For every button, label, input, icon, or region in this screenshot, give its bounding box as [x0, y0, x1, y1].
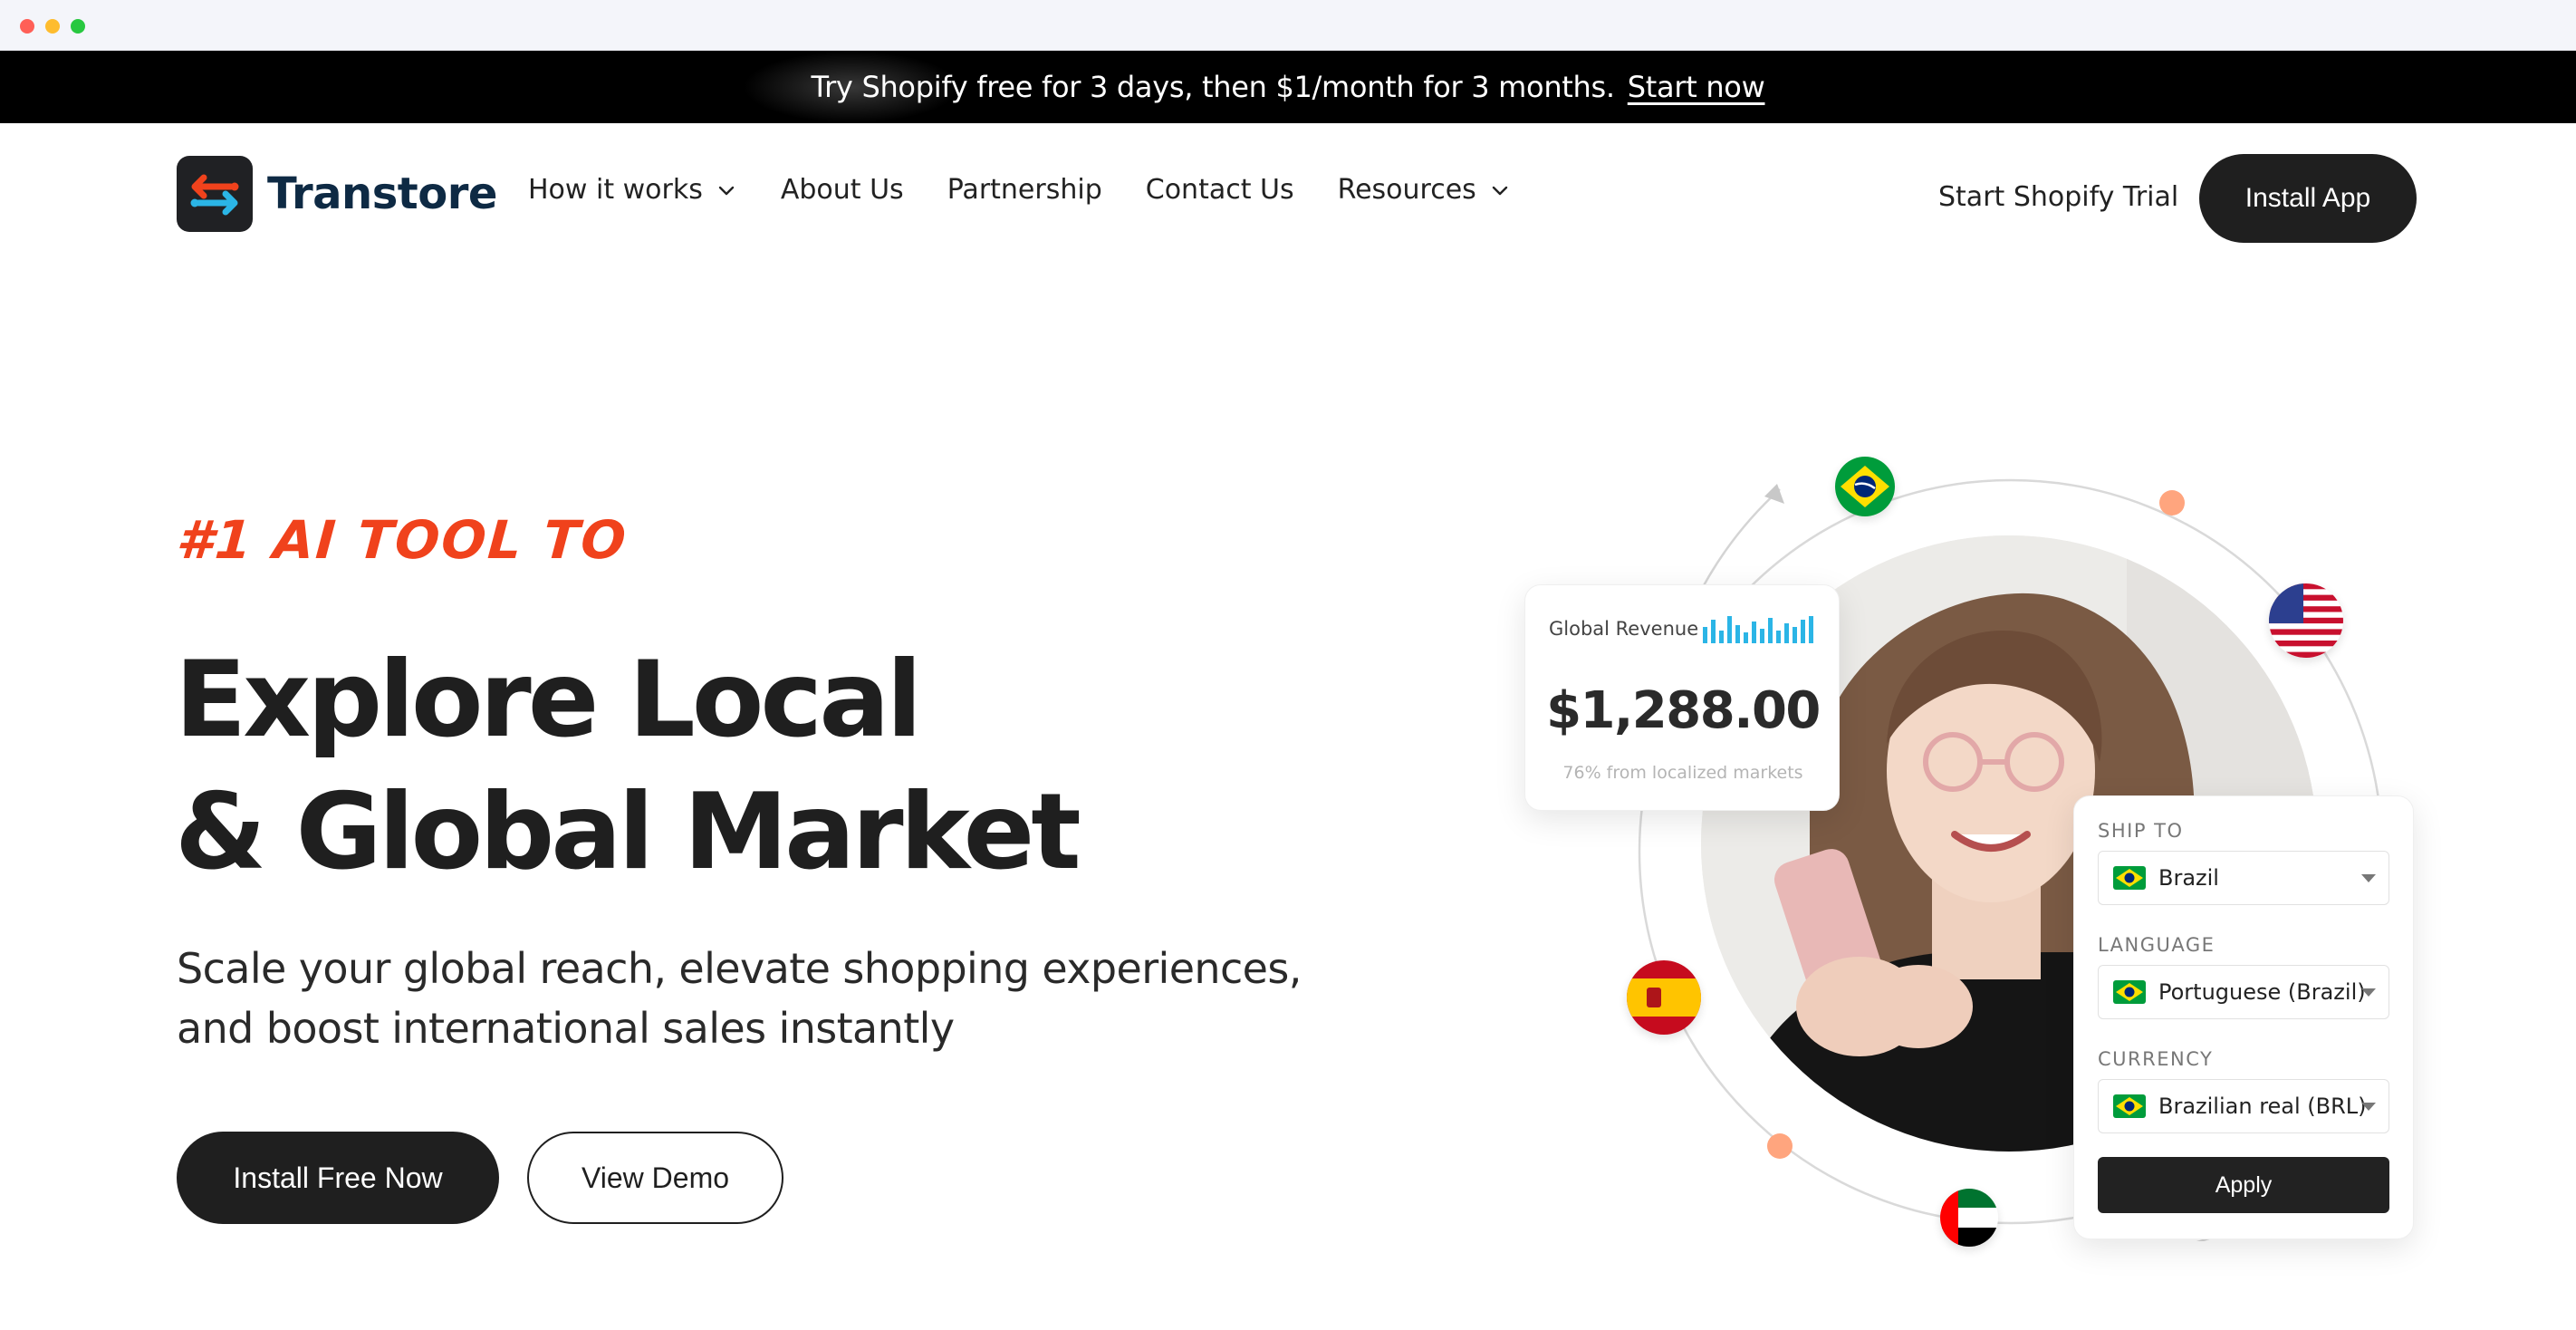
hero-headline: Explore Local & Global Market	[175, 634, 1081, 899]
nav-item-contact-us[interactable]: Contact Us	[1146, 174, 1294, 206]
view-demo-button[interactable]: View Demo	[527, 1132, 783, 1224]
brazil-flag-icon	[2113, 980, 2146, 1004]
nav-item-partnership[interactable]: Partnership	[947, 174, 1102, 206]
install-app-button[interactable]: Install App	[2199, 154, 2417, 243]
brazil-flag-icon	[1835, 457, 1895, 516]
hero-eyebrow: #1 AI TOOL TO	[174, 509, 630, 571]
nav-links: How it works About Us Partnership Contac…	[528, 174, 1511, 206]
nav-item-resources[interactable]: Resources	[1338, 174, 1511, 206]
localization-card: SHIP TO Brazil LANGUAGE Portuguese (Braz…	[2073, 795, 2414, 1239]
usa-flag-icon	[2269, 583, 2343, 658]
global-revenue-card: Global Revenue $1,288.00 76% from locali…	[1524, 584, 1840, 811]
ship-to-select[interactable]: Brazil	[2098, 851, 2389, 905]
nav-item-about-us[interactable]: About Us	[781, 174, 904, 206]
currency-value: Brazilian real (BRL)	[2158, 1094, 2367, 1119]
revenue-bars-icon	[1703, 616, 1813, 643]
revenue-amount: $1,288.00	[1546, 681, 1821, 740]
subhead-line-1: Scale your global reach, elevate shoppin…	[177, 944, 1302, 993]
main-nav: Transtore How it works About Us Partners…	[0, 123, 2576, 268]
uae-flag-icon	[1940, 1189, 1998, 1247]
currency-select[interactable]: Brazilian real (BRL)	[2098, 1079, 2389, 1133]
ship-to-value: Brazil	[2158, 865, 2219, 891]
promo-banner: Try Shopify free for 3 days, then $1/mon…	[0, 51, 2576, 123]
nav-item-label: About Us	[780, 174, 904, 206]
nav-item-how-it-works[interactable]: How it works	[528, 174, 737, 206]
brazil-flag-icon	[2113, 866, 2146, 890]
language-value: Portuguese (Brazil)	[2158, 979, 2366, 1005]
start-now-link[interactable]: Start now	[1628, 70, 1765, 104]
chevron-down-icon	[718, 186, 735, 195]
language-label: LANGUAGE	[2098, 934, 2216, 956]
transtore-logo-icon	[177, 156, 253, 232]
maximize-window-button[interactable]	[71, 19, 85, 34]
start-shopify-trial-link[interactable]: Start Shopify Trial	[1938, 181, 2178, 213]
headline-line-2: & Global Market	[175, 771, 1081, 893]
minimize-window-button[interactable]	[45, 19, 60, 34]
subhead-line-2: and boost international sales instantly	[177, 1004, 955, 1053]
language-select[interactable]: Portuguese (Brazil)	[2098, 965, 2389, 1019]
nav-item-label: Partnership	[947, 174, 1102, 206]
currency-label: CURRENCY	[2098, 1048, 2214, 1070]
caret-down-icon	[2361, 988, 2376, 997]
ship-to-label: SHIP TO	[2098, 820, 2184, 842]
headline-line-1: Explore Local	[175, 639, 922, 761]
nav-item-label: How it works	[528, 174, 703, 206]
revenue-note: 76% from localized markets	[1562, 763, 1803, 783]
brand-name: Transtore	[267, 169, 497, 219]
promo-glow	[743, 51, 960, 123]
chevron-down-icon	[1492, 186, 1508, 195]
revenue-label: Global Revenue	[1549, 618, 1699, 640]
window-titlebar	[0, 0, 2576, 51]
nav-item-label: Resources	[1337, 174, 1476, 206]
close-window-button[interactable]	[20, 19, 34, 34]
brand-logo[interactable]: Transtore	[177, 156, 497, 232]
hero-subheading: Scale your global reach, elevate shoppin…	[177, 939, 1354, 1058]
apply-button[interactable]: Apply	[2098, 1157, 2389, 1213]
caret-down-icon	[2361, 1103, 2376, 1111]
nav-item-label: Contact Us	[1145, 174, 1294, 206]
spain-flag-icon	[1627, 960, 1701, 1035]
install-free-now-button[interactable]: Install Free Now	[177, 1132, 499, 1224]
caret-down-icon	[2361, 874, 2376, 882]
brazil-flag-icon	[2113, 1094, 2146, 1118]
